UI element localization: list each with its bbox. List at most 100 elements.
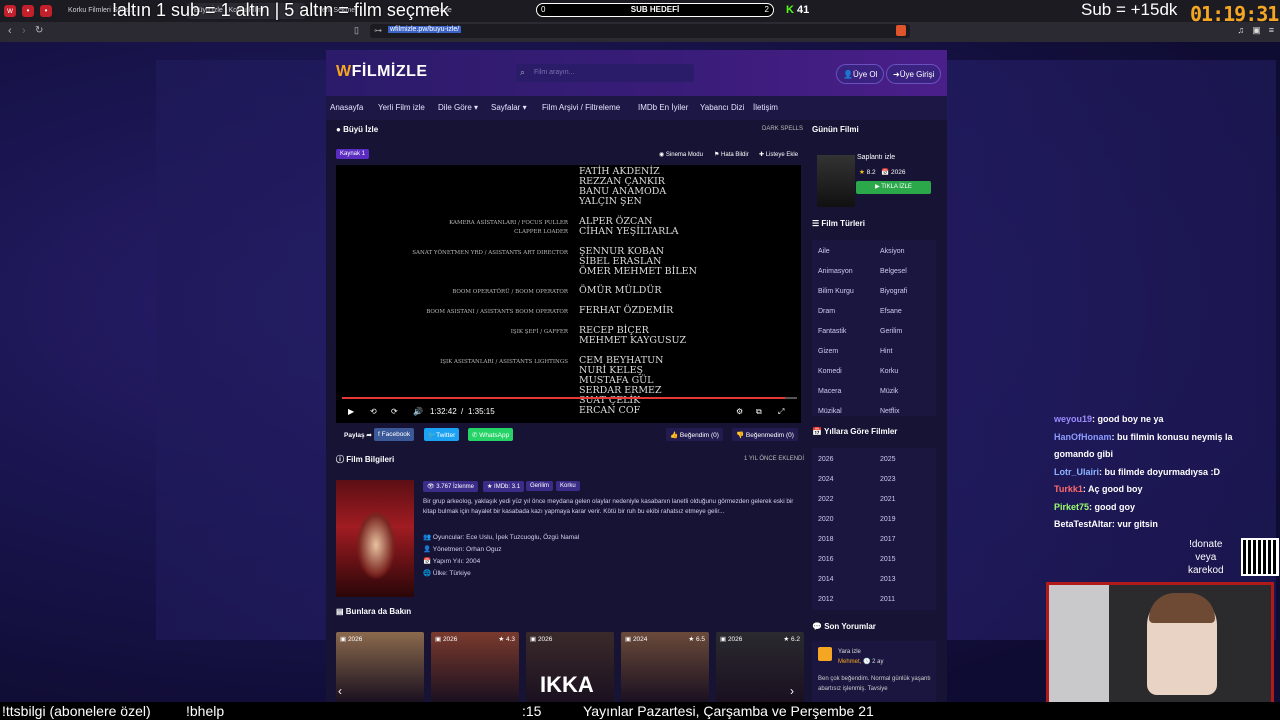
next-arrow-icon[interactable]: › xyxy=(790,684,794,698)
watch-now-button[interactable]: ▶ TIKLA İZLE xyxy=(856,181,931,194)
year-link[interactable]: 2011 xyxy=(880,596,895,603)
related-film-card[interactable]: ▣ 2026 IKKA xyxy=(526,632,614,702)
add-list-button[interactable]: ✚ Listeye Ekle xyxy=(759,151,798,158)
play-icon[interactable]: ▶ xyxy=(348,407,354,416)
credit-role: BOOM ASISTANI / ASISTANTS BOOM OPERATOR xyxy=(426,309,568,315)
genre-link[interactable]: Müzik xyxy=(880,388,898,395)
genre-badge[interactable]: Gerilim xyxy=(526,481,553,491)
genre-link[interactable]: Hint xyxy=(880,348,892,355)
year-link[interactable]: 2012 xyxy=(818,596,834,603)
genre-link[interactable]: Gerilim xyxy=(880,328,902,335)
fullscreen-icon[interactable]: ⤢ xyxy=(778,407,784,417)
genre-link[interactable]: Belgesel xyxy=(880,268,907,275)
menu-item-series[interactable]: Yabancı Dizi xyxy=(700,103,744,112)
genre-link[interactable]: Aile xyxy=(818,248,830,255)
chat-text: : vur gitsin xyxy=(1111,519,1158,529)
media-icon[interactable]: ♫ xyxy=(1237,25,1244,36)
genre-link[interactable]: Efsane xyxy=(880,308,902,315)
twitter-button[interactable]: 🐦Twitter xyxy=(424,428,460,441)
genre-link[interactable]: Dram xyxy=(818,308,835,315)
facebook-button[interactable]: f Facebook xyxy=(374,428,415,441)
progress-bar[interactable] xyxy=(342,397,797,399)
pinned-tab-icon[interactable]: w xyxy=(4,5,16,17)
back-icon[interactable]: ‹ xyxy=(8,25,12,37)
qr-code-icon xyxy=(1241,538,1279,576)
shield-icon[interactable] xyxy=(896,25,906,36)
year-link[interactable]: 2022 xyxy=(818,496,834,503)
url-text[interactable]: wfilmizle.pw/buyu-izle/ xyxy=(388,26,462,33)
like-button[interactable]: 👍 Beğendim (0) xyxy=(666,428,723,441)
year-link[interactable]: 2019 xyxy=(880,516,896,523)
settings-icon[interactable]: ⚙ xyxy=(736,407,743,416)
genre-link[interactable]: Gizem xyxy=(818,348,838,355)
year-link[interactable]: 2024 xyxy=(818,476,834,483)
pinned-tabs[interactable]: w • • xyxy=(4,5,52,17)
menu-item-language[interactable]: Dile Göre ▾ xyxy=(438,103,478,112)
also-title: ▤ Bunlara da Bakın xyxy=(336,607,412,616)
related-film-card[interactable]: ▣ 2026 ★ 4.3 xyxy=(431,632,519,702)
genre-link[interactable]: Müzikal xyxy=(818,408,842,415)
chat-username: Lotr_Ulairi xyxy=(1054,466,1100,477)
video-player[interactable]: FATİH AKDENİZ REZZAN ÇANKIR BANU ANAMODA YA… xyxy=(336,165,801,423)
year-link[interactable]: 2015 xyxy=(880,556,896,563)
menu-item-pages[interactable]: Sayfalar ▾ xyxy=(491,103,527,112)
year-link[interactable]: 2016 xyxy=(818,556,834,563)
address-bar[interactable]: ⊶ wfilmizle.pw/buyu-izle/ xyxy=(370,24,910,38)
genre-link[interactable]: Fantastik xyxy=(818,328,846,335)
year-link[interactable]: 2026 xyxy=(818,456,834,463)
rewind-icon[interactable]: ⟲ xyxy=(370,407,377,416)
signup-button[interactable]: 👤Üye Ol xyxy=(836,64,885,84)
report-button[interactable]: ⚑ Hata Bildir xyxy=(714,151,749,158)
year-link[interactable]: 2018 xyxy=(818,536,834,543)
login-button[interactable]: ➜Üye Girişi xyxy=(886,64,942,84)
year-link[interactable]: 2023 xyxy=(880,476,896,483)
genre-link[interactable]: Biyografi xyxy=(880,288,907,295)
genre-link[interactable]: Netflix xyxy=(880,408,899,415)
site-logo[interactable]: WFİLMİZLE xyxy=(336,63,428,81)
pinned-tab-icon[interactable]: • xyxy=(22,5,34,17)
related-film-card[interactable]: ▣ 2024 ★ 6.5 xyxy=(621,632,709,702)
whatsapp-button[interactable]: ✆ WhatsApp xyxy=(468,428,514,441)
year-link[interactable]: 2025 xyxy=(880,456,896,463)
pip-icon[interactable]: ⧉ xyxy=(756,407,762,417)
day-film-poster[interactable] xyxy=(817,155,855,207)
menu-icon[interactable]: ≡ xyxy=(1269,25,1274,36)
year-link[interactable]: 2021 xyxy=(880,496,896,503)
year-link[interactable]: 2014 xyxy=(818,576,834,583)
reload-icon[interactable]: ↻ xyxy=(35,25,43,36)
search-input[interactable]: ⌕ Film arayın... xyxy=(516,64,694,82)
prev-arrow-icon[interactable]: ‹ xyxy=(338,684,342,698)
site-info-icon[interactable]: ⊶ xyxy=(374,26,382,35)
main-menu: Anasayfa Yerli Film izle Dile Göre ▾ Say… xyxy=(326,96,947,120)
year-link[interactable]: 2013 xyxy=(880,576,896,583)
genre-link[interactable]: Komedi xyxy=(818,368,842,375)
comment-film[interactable]: Yara izle xyxy=(838,649,861,655)
genre-badge[interactable]: Korku xyxy=(556,481,580,491)
genre-link[interactable]: Bilim Kurgu xyxy=(818,288,854,295)
pinned-tab-icon[interactable]: • xyxy=(40,5,52,17)
film-poster[interactable] xyxy=(336,480,414,597)
source-tab[interactable]: Kaynak 1 xyxy=(336,149,370,159)
genre-link[interactable]: Macera xyxy=(818,388,841,395)
menu-item-contact[interactable]: İletişim xyxy=(753,103,778,112)
year-link[interactable]: 2020 xyxy=(818,516,834,523)
volume-icon[interactable]: 🔊 xyxy=(413,407,423,416)
forward-icon[interactable]: › xyxy=(22,25,26,37)
forward-icon[interactable]: ⟳ xyxy=(391,407,398,416)
related-film-card[interactable]: ▣ 2026 xyxy=(336,632,424,702)
menu-item-home[interactable]: Anasayfa xyxy=(330,103,363,112)
cinema-mode-button[interactable]: ◉ Sinema Modu xyxy=(659,151,703,158)
menu-item-local[interactable]: Yerli Film izle xyxy=(378,103,425,112)
genre-link[interactable]: Animasyon xyxy=(818,268,853,275)
credit-name: ÖMÜR MÜLDÜR xyxy=(579,285,662,296)
year-link[interactable]: 2017 xyxy=(880,536,896,543)
genre-link[interactable]: Aksiyon xyxy=(880,248,905,255)
sidebar-icon[interactable]: ▣ xyxy=(1252,25,1261,36)
dislike-button[interactable]: 👎 Beğenmedim (0) xyxy=(732,428,798,441)
film-year: ▣ 2026 xyxy=(340,636,363,643)
menu-item-imdb[interactable]: IMDb En İyiler xyxy=(638,103,688,112)
day-film-name[interactable]: Saplantı izle xyxy=(857,154,895,161)
genre-link[interactable]: Korku xyxy=(880,368,898,375)
bookmark-icon[interactable]: ▯ xyxy=(354,25,359,36)
menu-item-archive[interactable]: Film Arşivi / Filtreleme xyxy=(542,103,620,112)
